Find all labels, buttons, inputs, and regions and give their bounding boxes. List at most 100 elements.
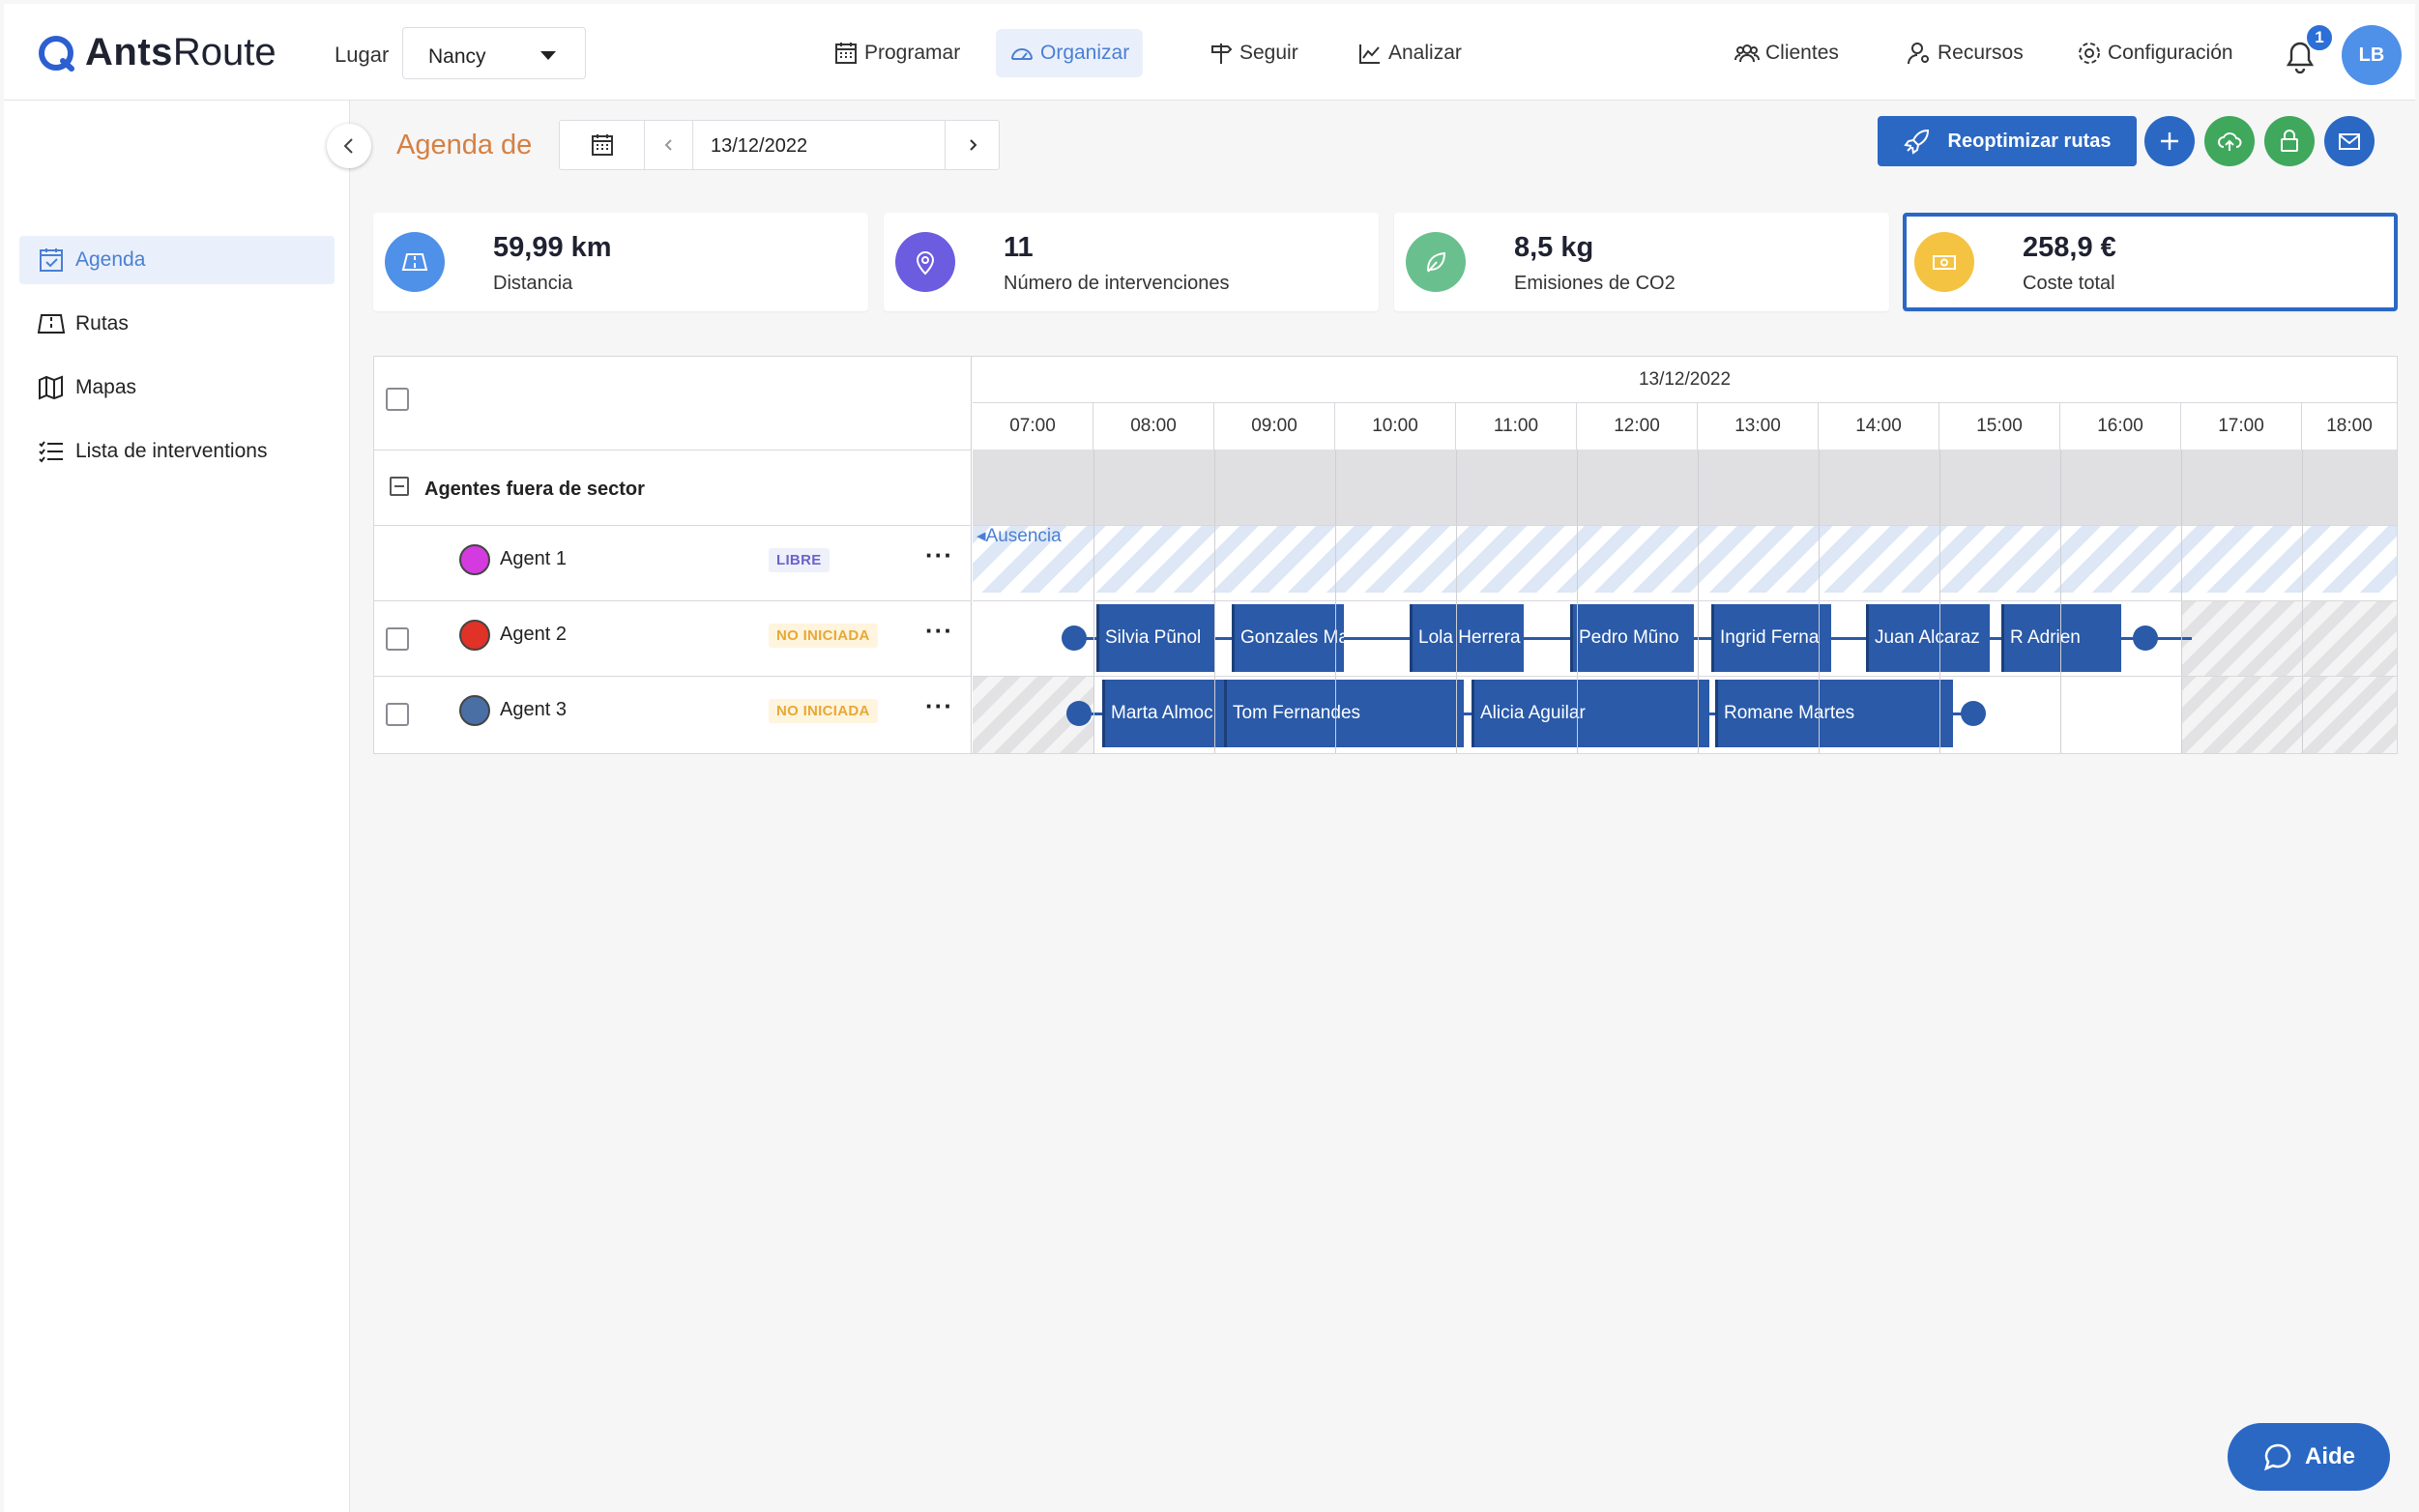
task-block[interactable]: R Adrien	[2001, 604, 2121, 672]
nav-programar[interactable]: Programar	[820, 29, 974, 77]
task-block[interactable]: Gonzales Ma	[1232, 604, 1344, 672]
nav-analizar[interactable]: Analizar	[1344, 29, 1475, 77]
prev-day-button[interactable]	[645, 121, 693, 169]
task-block[interactable]: Tom Fernandes	[1224, 680, 1464, 747]
off-hours-block	[2181, 676, 2397, 753]
route-end-dot[interactable]	[1961, 701, 1986, 726]
add-button[interactable]	[2144, 116, 2195, 166]
sidebar-item-mapas[interactable]: Mapas	[19, 363, 335, 412]
lugar-label: Lugar	[335, 43, 390, 67]
chevron-left-icon	[343, 138, 353, 154]
task-block[interactable]: Alicia Aguilar	[1472, 680, 1709, 747]
ants-logo-icon	[39, 35, 74, 72]
status-badge: NO INICIADA	[769, 624, 878, 648]
notification-badge: 1	[2305, 23, 2334, 52]
pin-icon	[895, 232, 955, 292]
stat-card-co2: 8,5 kg Emisiones de CO2	[1394, 213, 1889, 311]
route-start-dot[interactable]	[1066, 701, 1092, 726]
stat-value: 11	[1004, 232, 1034, 263]
date-value[interactable]: 13/12/2022	[711, 135, 807, 158]
timeline-pane: 13/12/2022 07:00 08:00 09:00 10:00 11:00…	[973, 357, 2397, 753]
nav-recursos-label: Recursos	[1938, 42, 2024, 64]
leaf-icon	[1406, 232, 1466, 292]
hour-label: 08:00	[1093, 403, 1214, 450]
task-block[interactable]: Pedro Mũno	[1570, 604, 1694, 672]
nav-clientes[interactable]: Clientes	[1721, 29, 1852, 77]
row-divider	[374, 676, 972, 677]
caret-down-icon	[540, 51, 556, 60]
hour-label: 10:00	[1335, 403, 1456, 450]
lock-button[interactable]	[2264, 116, 2315, 166]
stat-value: 258,9 €	[2023, 232, 2116, 263]
user-avatar[interactable]: LB	[2342, 25, 2402, 85]
reoptimize-routes-button[interactable]: Reoptimizar rutas	[1878, 116, 2137, 166]
hour-label: 13:00	[1698, 403, 1819, 450]
next-day-button[interactable]	[945, 121, 999, 169]
agent-checkbox[interactable]	[386, 703, 409, 726]
calendar-icon	[591, 134, 613, 156]
lugar-select[interactable]: Nancy	[402, 27, 586, 79]
email-button[interactable]	[2324, 116, 2375, 166]
route-end-dot[interactable]	[2133, 625, 2158, 651]
hour-label: 07:00	[973, 403, 1093, 450]
task-block[interactable]: Romane Martes	[1715, 680, 1953, 747]
calendar-button[interactable]	[560, 121, 645, 169]
stat-card-total-cost[interactable]: 258,9 € Coste total	[1903, 213, 2398, 311]
grid-line	[1214, 450, 1215, 753]
chat-bubble-icon	[2263, 1443, 2291, 1471]
schedule-grid: Agentes fuera de sector Agent 1 LIBRE ··…	[373, 356, 2398, 754]
grid-line	[1456, 450, 1457, 753]
hour-label: 15:00	[1939, 403, 2060, 450]
nav-recursos[interactable]: Recursos	[1893, 29, 2037, 77]
cloud-upload-button[interactable]	[2204, 116, 2255, 166]
group-band	[973, 450, 2397, 525]
more-options-icon[interactable]: ···	[925, 540, 953, 570]
task-block[interactable]: Lola Herrera	[1410, 604, 1524, 672]
lugar-value: Nancy	[428, 45, 486, 68]
task-block[interactable]: Silvia Pũnol	[1096, 604, 1214, 672]
brand-light: Route	[172, 31, 277, 73]
row-divider	[973, 600, 2397, 601]
gauge-icon	[1011, 48, 1033, 60]
stat-card-interventions: 11 Número de intervenciones	[884, 213, 1379, 311]
nav-seguir[interactable]: Seguir	[1195, 29, 1312, 77]
more-options-icon[interactable]: ···	[925, 691, 953, 721]
agent-color-dot	[459, 695, 490, 726]
chevron-left-icon	[664, 139, 672, 151]
money-icon	[1914, 232, 1974, 292]
grid-line	[1939, 450, 1940, 753]
agent-checkbox[interactable]	[386, 627, 409, 651]
app-logo[interactable]: Ants Route	[37, 31, 277, 74]
route-start-dot[interactable]	[1062, 625, 1087, 651]
nav-configuracion[interactable]: Configuración	[2063, 29, 2247, 77]
brand-bold: Ants	[85, 31, 173, 73]
select-all-checkbox[interactable]	[386, 388, 409, 411]
chevron-right-icon	[969, 139, 976, 151]
nav-clientes-label: Clientes	[1765, 42, 1839, 64]
help-chat-button[interactable]: Aide	[2228, 1423, 2390, 1491]
grid-line	[1819, 450, 1820, 753]
stat-label: Emisiones de CO2	[1514, 273, 1676, 294]
lock-icon	[2281, 130, 2298, 152]
nav-organizar[interactable]: Organizar	[996, 29, 1144, 77]
absence-block[interactable]	[973, 525, 2397, 593]
sidebar-item-lista[interactable]: Lista de interventions	[19, 427, 335, 476]
sidebar-collapse-button[interactable]	[327, 124, 371, 168]
more-options-icon[interactable]: ···	[925, 616, 953, 646]
hour-label: 12:00	[1577, 403, 1698, 450]
collapse-group-icon[interactable]	[390, 477, 409, 496]
sidebar-item-rutas[interactable]: Rutas	[19, 300, 335, 348]
task-block[interactable]: Ingrid Ferna	[1711, 604, 1831, 672]
grid-line	[1093, 450, 1094, 753]
task-block[interactable]: Juan Alcaraz	[1866, 604, 1990, 672]
road-icon	[385, 232, 445, 292]
hour-label: 16:00	[2060, 403, 2181, 450]
hour-label: 09:00	[1214, 403, 1335, 450]
rocket-icon	[1903, 129, 1929, 155]
sidebar: Agenda Rutas Mapas Lista de intervention…	[4, 101, 350, 1512]
absence-label: ◂Ausencia	[976, 526, 1062, 546]
task-block[interactable]: Marta Almoc	[1102, 680, 1224, 747]
stat-value: 8,5 kg	[1514, 232, 1594, 263]
agent-color-dot	[459, 544, 490, 575]
sidebar-item-agenda[interactable]: Agenda	[19, 236, 335, 284]
